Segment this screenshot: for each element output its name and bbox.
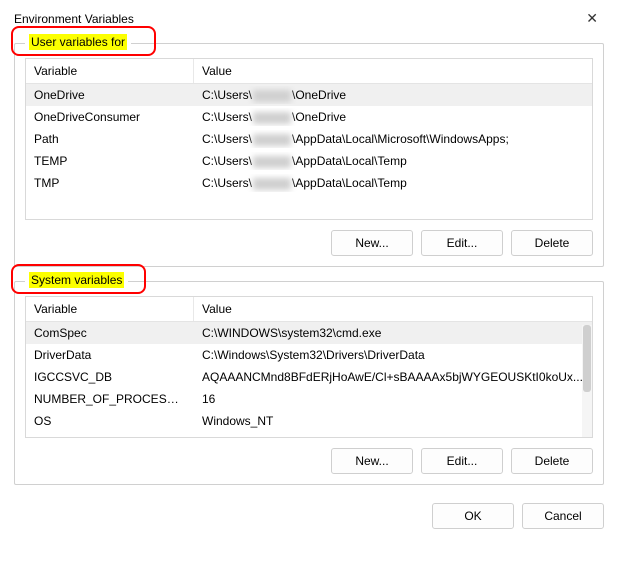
user-col-value[interactable]: Value	[194, 59, 592, 83]
system-variables-group: System variables Variable Value ComSpec …	[14, 281, 604, 485]
system-new-button[interactable]: New...	[331, 448, 413, 474]
table-row[interactable]: IGCCSVC_DB AQAAANCMnd8BFdERjHoAwE/Cl+sBA…	[26, 366, 592, 388]
dialog-buttons-row: OK Cancel	[0, 499, 618, 541]
variable-value: 16	[194, 390, 592, 408]
variable-name: Path	[26, 434, 194, 438]
user-edit-button[interactable]: Edit...	[421, 230, 503, 256]
variable-name: OS	[26, 412, 194, 430]
system-col-variable[interactable]: Variable	[26, 297, 194, 321]
user-variables-table[interactable]: Variable Value OneDrive C:\Users\\OneDri…	[25, 58, 593, 220]
table-row[interactable]: OneDrive C:\Users\\OneDrive	[26, 84, 592, 106]
variable-value: C:\Users\\AppData\Local\Microsoft\Window…	[194, 130, 592, 148]
user-variables-group-label: User variables for	[25, 34, 131, 50]
table-row[interactable]: Path C:\Program Files (x86)\VMware\VMwar…	[26, 432, 592, 438]
variable-value: C:\Windows\System32\Drivers\DriverData	[194, 346, 592, 364]
variable-value: C:\Users\\OneDrive	[194, 108, 592, 126]
system-buttons-row: New... Edit... Delete	[25, 448, 593, 474]
variable-value: C:\Users\\AppData\Local\Temp	[194, 152, 592, 170]
titlebar: Environment Variables ✕	[0, 0, 618, 33]
variable-name: TEMP	[26, 152, 194, 170]
variable-name: IGCCSVC_DB	[26, 368, 194, 386]
user-table-body: OneDrive C:\Users\\OneDrive OneDriveCons…	[26, 84, 592, 194]
variable-value: Windows_NT	[194, 412, 592, 430]
variable-value: AQAAANCMnd8BFdERjHoAwE/Cl+sBAAAAx5bjWYGE…	[194, 368, 592, 386]
user-col-variable[interactable]: Variable	[26, 59, 194, 83]
user-variables-label-text: User variables for	[29, 34, 127, 50]
table-row[interactable]: TEMP C:\Users\\AppData\Local\Temp	[26, 150, 592, 172]
table-row[interactable]: DriverData C:\Windows\System32\Drivers\D…	[26, 344, 592, 366]
variable-value: C:\Users\\AppData\Local\Temp	[194, 174, 592, 192]
table-row[interactable]: OS Windows_NT	[26, 410, 592, 432]
table-row[interactable]: Path C:\Users\\AppData\Local\Microsoft\W…	[26, 128, 592, 150]
scrollbar-thumb[interactable]	[583, 325, 591, 392]
variable-name: ComSpec	[26, 324, 194, 342]
close-icon[interactable]: ✕	[580, 8, 604, 29]
table-row[interactable]: TMP C:\Users\\AppData\Local\Temp	[26, 172, 592, 194]
cancel-button[interactable]: Cancel	[522, 503, 604, 529]
system-variables-group-label: System variables	[25, 272, 128, 288]
user-buttons-row: New... Edit... Delete	[25, 230, 593, 256]
table-row[interactable]: ComSpec C:\WINDOWS\system32\cmd.exe	[26, 322, 592, 344]
table-row[interactable]: NUMBER_OF_PROCESSORS 16	[26, 388, 592, 410]
user-variables-group: User variables for Variable Value OneDri…	[14, 43, 604, 267]
variable-name: OneDrive	[26, 86, 194, 104]
variable-value: C:\WINDOWS\system32\cmd.exe	[194, 324, 592, 342]
dialog-content: User variables for Variable Value OneDri…	[0, 33, 618, 485]
window-title: Environment Variables	[14, 12, 134, 26]
variable-value: C:\Program Files (x86)\VMware\VMware Wor…	[194, 434, 592, 438]
user-delete-button[interactable]: Delete	[511, 230, 593, 256]
variable-name: DriverData	[26, 346, 194, 364]
variable-name: OneDriveConsumer	[26, 108, 194, 126]
system-variables-label-text: System variables	[29, 272, 124, 288]
system-table-body: ComSpec C:\WINDOWS\system32\cmd.exe Driv…	[26, 322, 592, 438]
user-new-button[interactable]: New...	[331, 230, 413, 256]
user-table-header: Variable Value	[26, 59, 592, 84]
system-edit-button[interactable]: Edit...	[421, 448, 503, 474]
variable-name: Path	[26, 130, 194, 148]
ok-button[interactable]: OK	[432, 503, 514, 529]
variable-name: TMP	[26, 174, 194, 192]
variable-name: NUMBER_OF_PROCESSORS	[26, 390, 194, 408]
system-variables-table[interactable]: Variable Value ComSpec C:\WINDOWS\system…	[25, 296, 593, 438]
scrollbar-track[interactable]	[582, 325, 592, 437]
system-table-header: Variable Value	[26, 297, 592, 322]
system-delete-button[interactable]: Delete	[511, 448, 593, 474]
table-row[interactable]: OneDriveConsumer C:\Users\\OneDrive	[26, 106, 592, 128]
variable-value: C:\Users\\OneDrive	[194, 86, 592, 104]
system-col-value[interactable]: Value	[194, 297, 592, 321]
